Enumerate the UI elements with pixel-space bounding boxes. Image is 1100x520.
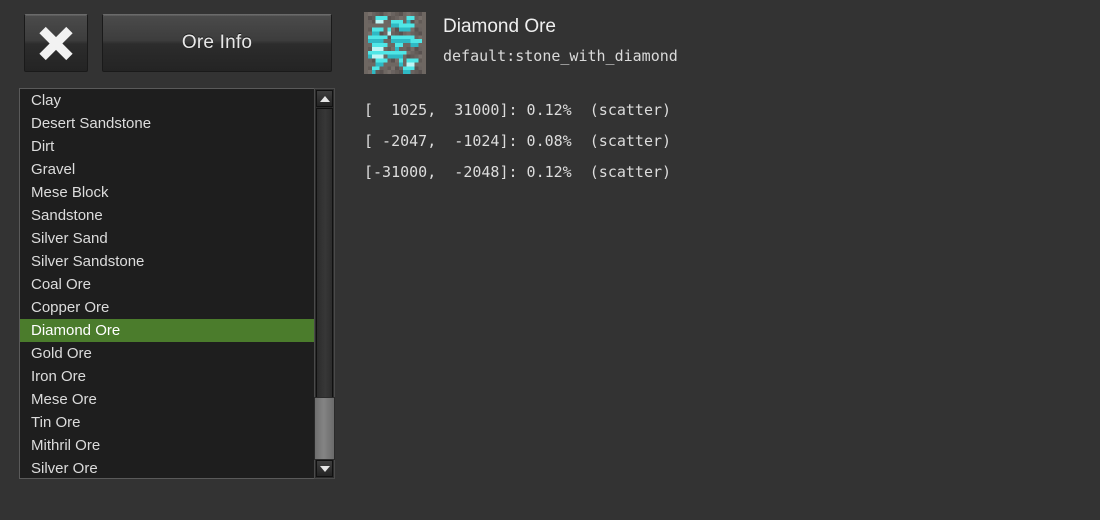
ore-list-item[interactable]: Silver Ore xyxy=(20,457,314,478)
ore-list-item[interactable]: Mese Block xyxy=(20,181,314,204)
ore-technical-name: default:stone_with_diamond xyxy=(443,47,678,65)
ore-list-item[interactable]: Dirt xyxy=(20,135,314,158)
ore-list-item[interactable]: Gold Ore xyxy=(20,342,314,365)
ore-list-item[interactable]: Gravel xyxy=(20,158,314,181)
ore-detail-text: Diamond Ore default:stone_with_diamond xyxy=(443,12,678,66)
close-button[interactable] xyxy=(24,14,88,72)
scrollbar-thumb[interactable] xyxy=(314,397,335,460)
ore-rule-row: [ 1025, 31000]: 0.12% (scatter) xyxy=(364,101,672,119)
chevron-down-icon xyxy=(319,465,330,472)
ore-list[interactable]: Clay Desert Sandstone Dirt Gravel Mese Block… xyxy=(20,89,314,478)
chevron-up-icon xyxy=(319,95,330,102)
ore-rule-row: [ -2047, -1024]: 0.08% (scatter) xyxy=(364,132,672,150)
ore-info-button[interactable]: Ore Info xyxy=(102,14,332,72)
ore-detail-header: Diamond Ore default:stone_with_diamond xyxy=(364,12,678,74)
scrollbar-track-upper-shade xyxy=(317,109,332,405)
ore-list-item[interactable]: Tin Ore xyxy=(20,411,314,434)
close-x-icon xyxy=(39,26,73,60)
ore-list-item[interactable]: Copper Ore xyxy=(20,296,314,319)
diamond-ore-texture-icon xyxy=(364,12,426,74)
ore-list-item[interactable]: Iron Ore xyxy=(20,365,314,388)
ore-list-item[interactable]: Diamond Ore xyxy=(20,319,314,342)
ore-list-box[interactable]: Clay Desert Sandstone Dirt Gravel Mese Block… xyxy=(19,88,335,479)
ore-list-item[interactable]: Desert Sandstone xyxy=(20,112,314,135)
ore-list-item[interactable]: Mese Ore xyxy=(20,388,314,411)
ore-list-item[interactable]: Coal Ore xyxy=(20,273,314,296)
ore-list-item[interactable]: Clay xyxy=(20,89,314,112)
scroll-down-button[interactable] xyxy=(316,460,333,477)
toolbar: Ore Info xyxy=(24,14,332,72)
ore-title: Diamond Ore xyxy=(443,16,556,37)
ore-rule-row: [-31000, -2048]: 0.12% (scatter) xyxy=(364,163,672,181)
scroll-up-button[interactable] xyxy=(316,90,333,107)
ore-rules-list: [ 1025, 31000]: 0.12% (scatter) [ -2047, … xyxy=(364,95,671,188)
ore-list-item[interactable]: Silver Sandstone xyxy=(20,250,314,273)
ore-list-item[interactable]: Sandstone xyxy=(20,204,314,227)
ore-list-item[interactable]: Silver Sand xyxy=(20,227,314,250)
ore-list-item[interactable]: Mithril Ore xyxy=(20,434,314,457)
